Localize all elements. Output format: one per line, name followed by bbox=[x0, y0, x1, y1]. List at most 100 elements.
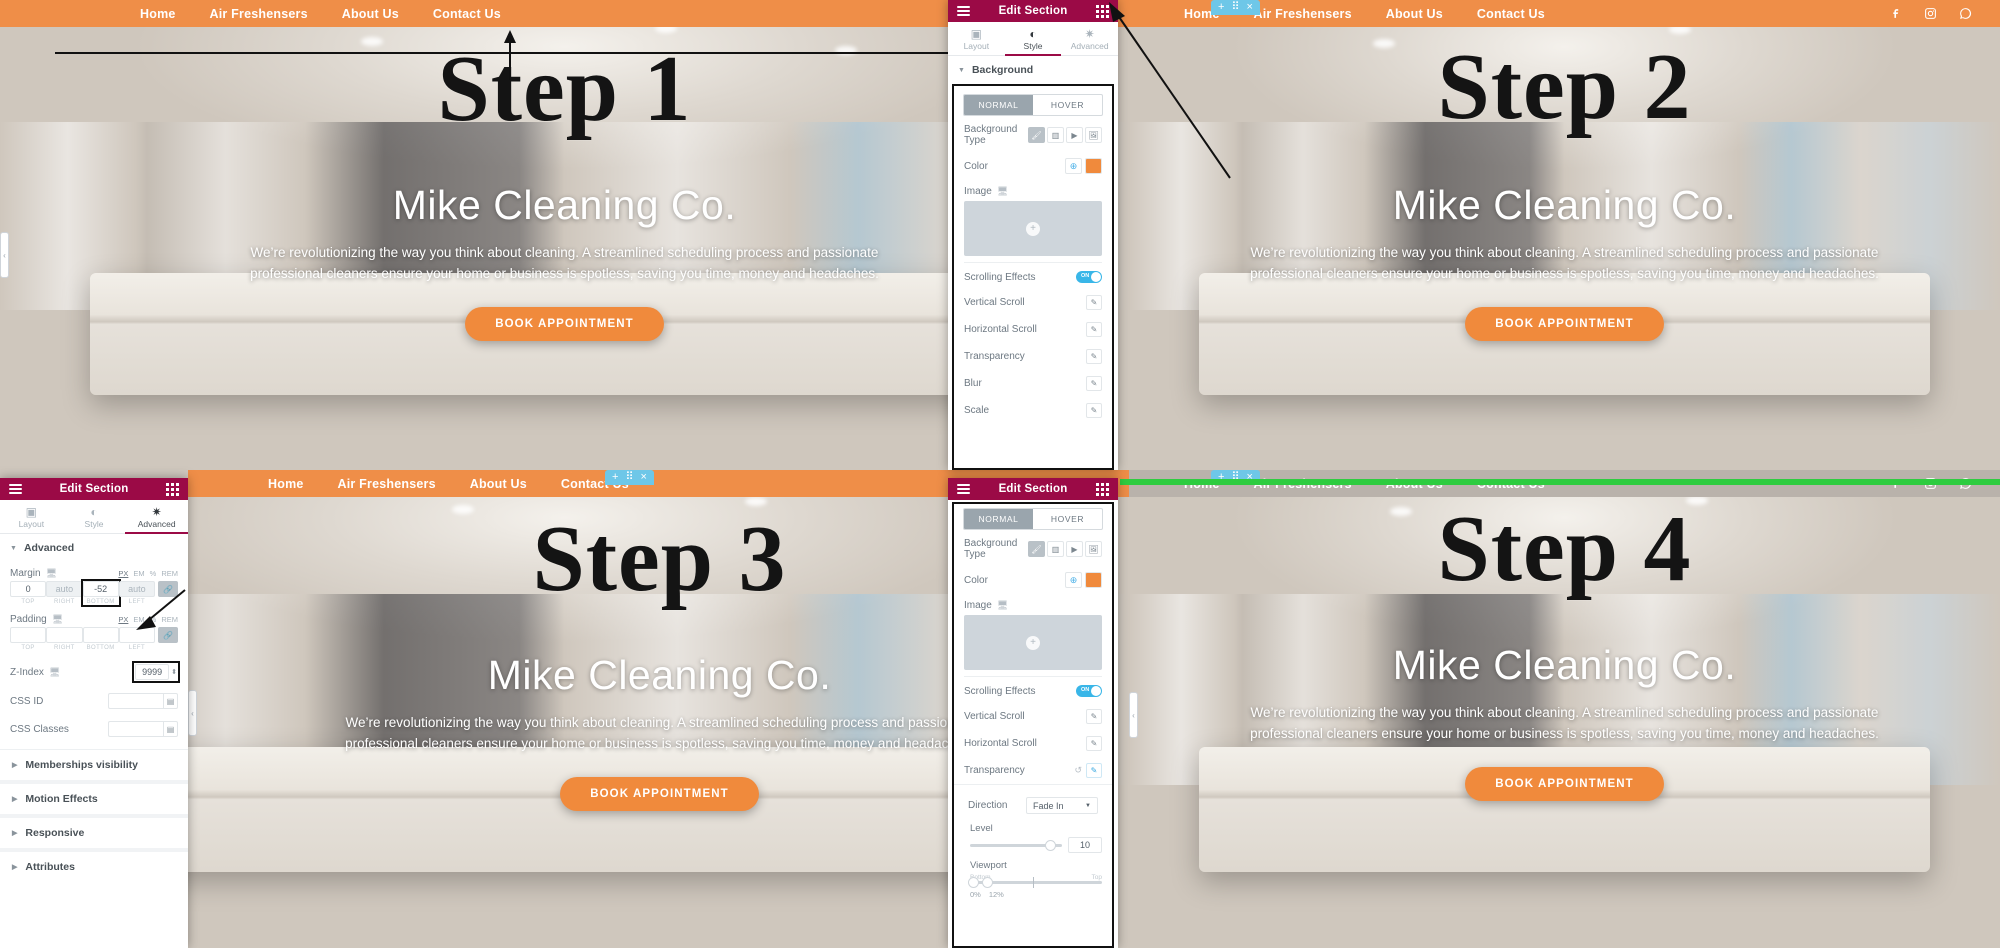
gradient-icon[interactable]: ▥ bbox=[1047, 127, 1064, 143]
global-color-icon[interactable]: ⊕ bbox=[1065, 158, 1082, 174]
desktop-device-icon[interactable]: 🖥 bbox=[997, 186, 1008, 197]
margin-left-input[interactable] bbox=[118, 581, 155, 597]
level-value[interactable]: 10 bbox=[1068, 837, 1102, 853]
tab-layout[interactable]: ▣ Layout bbox=[948, 22, 1005, 55]
accordion-header[interactable]: ▶ Responsive bbox=[0, 818, 188, 848]
book-appointment-button-3[interactable]: BOOK APPOINTMENT bbox=[560, 776, 759, 811]
nav-item-about-us[interactable]: About Us bbox=[1386, 7, 1443, 21]
drag-handle-icon[interactable]: ⠿ bbox=[625, 472, 633, 483]
accordion-responsive[interactable]: ▶ Responsive bbox=[0, 814, 188, 848]
viewport-slider-track[interactable] bbox=[968, 877, 1102, 888]
facebook-icon[interactable] bbox=[1889, 7, 1902, 20]
close-icon[interactable]: × bbox=[641, 472, 647, 483]
desktop-device-icon[interactable]: 🖥 bbox=[997, 600, 1008, 611]
css-classes-field[interactable]: ▤ bbox=[108, 721, 178, 737]
state-tabs[interactable]: NORMAL HOVER bbox=[963, 508, 1103, 530]
apps-grid-icon[interactable] bbox=[165, 482, 179, 496]
slideshow-icon[interactable]: 🖼 bbox=[1085, 127, 1102, 143]
padding-units[interactable]: PX EM % REM bbox=[118, 615, 178, 624]
add-section-icon[interactable]: + bbox=[1218, 2, 1224, 13]
viewport-knob-start[interactable] bbox=[968, 877, 979, 888]
image-upload-area[interactable]: + bbox=[964, 201, 1102, 256]
accordion-header[interactable]: ▶ Attributes bbox=[0, 852, 188, 882]
book-appointment-button-4[interactable]: BOOK APPOINTMENT bbox=[1465, 766, 1664, 801]
level-slider-knob[interactable] bbox=[1045, 839, 1057, 851]
state-tab-normal[interactable]: NORMAL bbox=[964, 509, 1033, 529]
state-tab-hover[interactable]: HOVER bbox=[1033, 509, 1102, 529]
css-id-field[interactable]: ▤ bbox=[108, 693, 178, 709]
accordion-header[interactable]: ▶ Memberships visibility bbox=[0, 750, 188, 780]
scrolling-effects-toggle[interactable]: ON bbox=[1076, 685, 1102, 697]
plus-icon[interactable]: + bbox=[1026, 635, 1040, 650]
video-icon[interactable]: ▶ bbox=[1066, 127, 1083, 143]
accordion-attributes[interactable]: ▶ Attributes bbox=[0, 848, 188, 882]
color-controls[interactable]: ⊕ bbox=[1065, 158, 1102, 174]
menu-icon[interactable] bbox=[957, 4, 970, 18]
elementor-panel-style[interactable]: Edit Section ▣ Layout ◐ Style ✷ Advanced… bbox=[948, 0, 1118, 470]
color-swatch[interactable] bbox=[1085, 158, 1102, 174]
unit-px[interactable]: PX bbox=[118, 569, 128, 578]
section-toolbar-2[interactable]: + ⠿ × bbox=[1211, 0, 1260, 15]
apps-grid-icon[interactable] bbox=[1095, 482, 1109, 496]
margin-inputs[interactable]: TOP RIGHT BOTTOM LEFT 🔗 bbox=[10, 579, 178, 607]
edit-pencil-icon[interactable]: ✎ bbox=[1086, 376, 1102, 391]
nav-item-air-fresheners[interactable]: Air Freshensers bbox=[210, 7, 308, 21]
color-swatch[interactable] bbox=[1085, 572, 1102, 588]
drag-handle-icon[interactable]: ⠿ bbox=[1231, 2, 1239, 13]
level-slider-track[interactable] bbox=[970, 839, 1062, 851]
unit-em[interactable]: EM bbox=[133, 615, 144, 624]
add-section-icon[interactable]: + bbox=[612, 472, 618, 483]
panel-collapse-handle-left-1[interactable]: ‹ bbox=[0, 232, 9, 278]
book-appointment-button-2[interactable]: BOOK APPOINTMENT bbox=[1465, 306, 1664, 341]
nav-item-air-fresheners[interactable]: Air Freshensers bbox=[338, 477, 436, 491]
edit-pencil-icon[interactable]: ✎ bbox=[1086, 349, 1102, 364]
reset-icon[interactable]: ↺ bbox=[1074, 765, 1082, 776]
nav-item-about-us[interactable]: About Us bbox=[342, 7, 399, 21]
gradient-icon[interactable]: ▥ bbox=[1047, 541, 1064, 557]
edit-pencil-icon[interactable]: ✎ bbox=[1086, 403, 1102, 418]
edit-pencil-icon[interactable]: ✎ bbox=[1086, 295, 1102, 310]
book-appointment-button-1[interactable]: BOOK APPOINTMENT bbox=[465, 306, 664, 341]
unit-rem[interactable]: REM bbox=[161, 569, 178, 578]
padding-bottom-input[interactable] bbox=[82, 627, 119, 643]
margin-bottom-input[interactable] bbox=[82, 581, 119, 597]
z-index-input[interactable] bbox=[135, 664, 170, 680]
viewport-slider-row[interactable] bbox=[954, 877, 1112, 888]
background-section-title-row[interactable]: ▼ Background bbox=[948, 56, 1118, 84]
image-upload-area[interactable]: + bbox=[964, 615, 1102, 670]
plus-icon[interactable]: + bbox=[1026, 221, 1040, 236]
link-values-icon[interactable]: 🔗 bbox=[158, 581, 178, 597]
elementor-panel-transparency[interactable]: Edit Section NORMAL HOVER Background Typ… bbox=[948, 478, 1118, 948]
accordion-motion-effects[interactable]: ▶ Motion Effects bbox=[0, 780, 188, 814]
classic-brush-icon[interactable]: 🖌 bbox=[1028, 127, 1045, 143]
elementor-panel-advanced[interactable]: Edit Section ▣ Layout ◐ Style ✷ Advanced… bbox=[0, 478, 188, 948]
edit-pencil-icon[interactable]: ✎ bbox=[1086, 736, 1102, 751]
slideshow-icon[interactable]: 🖼 bbox=[1085, 541, 1102, 557]
nav-item-home[interactable]: Home bbox=[268, 477, 304, 491]
unit-percent[interactable]: % bbox=[150, 569, 157, 578]
margin-right-input[interactable] bbox=[46, 581, 83, 597]
edit-pencil-icon[interactable]: ✎ bbox=[1086, 322, 1102, 337]
desktop-device-icon[interactable]: 🖥 bbox=[49, 667, 60, 678]
tab-advanced[interactable]: ✷ Advanced bbox=[125, 500, 188, 534]
css-id-input[interactable] bbox=[108, 693, 163, 709]
menu-icon[interactable] bbox=[9, 482, 22, 496]
padding-inputs[interactable]: TOP RIGHT BOTTOM LEFT 🔗 bbox=[10, 627, 178, 651]
padding-right-input[interactable] bbox=[46, 627, 83, 643]
panel-tabs-style[interactable]: ▣ Layout ◐ Style ✷ Advanced bbox=[948, 22, 1118, 56]
video-icon[interactable]: ▶ bbox=[1066, 541, 1083, 557]
instagram-icon[interactable] bbox=[1924, 7, 1937, 20]
accordion-header[interactable]: ▶ Motion Effects bbox=[0, 784, 188, 814]
accordion-memberships-visibility[interactable]: ▶ Memberships visibility bbox=[0, 749, 188, 780]
background-type-buttons[interactable]: 🖌 ▥ ▶ 🖼 bbox=[1028, 541, 1102, 557]
edit-pencil-icon[interactable]: ✎ bbox=[1086, 763, 1102, 778]
state-tab-normal[interactable]: NORMAL bbox=[964, 95, 1033, 115]
section-toolbar-3[interactable]: + ⠿ × bbox=[605, 470, 654, 485]
nav-item-contact-us[interactable]: Contact Us bbox=[1477, 7, 1545, 21]
scrolling-effects-toggle[interactable]: ON bbox=[1076, 271, 1102, 283]
nav-item-about-us[interactable]: About Us bbox=[470, 477, 527, 491]
panel-collapse-handle-left-4[interactable]: ‹ bbox=[1129, 692, 1138, 738]
dynamic-tags-icon[interactable]: ▤ bbox=[163, 721, 178, 737]
desktop-device-icon[interactable]: 🖥 bbox=[46, 568, 57, 579]
level-slider-row[interactable]: 10 bbox=[954, 837, 1112, 857]
